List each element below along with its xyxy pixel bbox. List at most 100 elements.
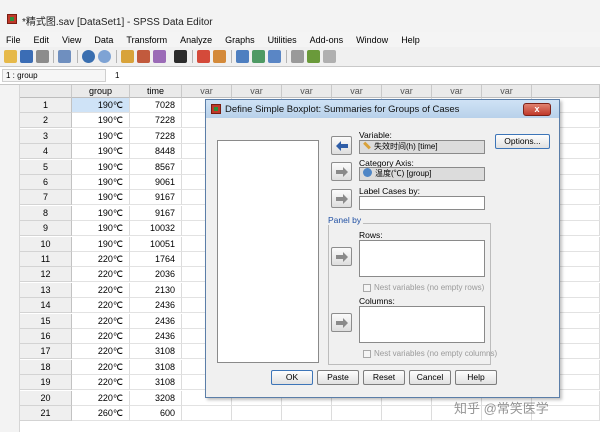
save-icon[interactable]: [20, 50, 33, 63]
menu-help[interactable]: Help: [401, 35, 420, 45]
row-number[interactable]: 6: [20, 175, 72, 190]
cell-time[interactable]: 3208: [130, 391, 182, 406]
cell-group[interactable]: 220℃: [72, 252, 130, 267]
menu-window[interactable]: Window: [356, 35, 388, 45]
cell-group[interactable]: 190℃: [72, 237, 130, 252]
cell-time[interactable]: 10051: [130, 237, 182, 252]
cell-time[interactable]: 2036: [130, 267, 182, 282]
move-to-label-cases-button[interactable]: [331, 189, 352, 208]
cell-time[interactable]: 2130: [130, 283, 182, 298]
cell-time[interactable]: 2436: [130, 329, 182, 344]
menu-file[interactable]: File: [6, 35, 21, 45]
grid-corner[interactable]: [20, 85, 72, 98]
row-number[interactable]: 13: [20, 283, 72, 298]
column-header-var[interactable]: var: [182, 85, 232, 98]
cell-empty[interactable]: [232, 406, 282, 421]
cell-empty[interactable]: [282, 406, 332, 421]
cell-time[interactable]: 10032: [130, 221, 182, 236]
row-number[interactable]: 19: [20, 375, 72, 390]
menu-edit[interactable]: Edit: [34, 35, 50, 45]
cell-time[interactable]: 9167: [130, 190, 182, 205]
cell-group[interactable]: 190℃: [72, 144, 130, 159]
cell-time[interactable]: 1764: [130, 252, 182, 267]
column-header-var[interactable]: var: [482, 85, 532, 98]
move-to-variable-button[interactable]: [331, 136, 352, 155]
cell-group[interactable]: 190℃: [72, 190, 130, 205]
category-axis-field[interactable]: 温度(℃) [group]: [359, 167, 485, 181]
row-number[interactable]: 17: [20, 344, 72, 359]
row-number[interactable]: 5: [20, 160, 72, 175]
row-number[interactable]: 14: [20, 298, 72, 313]
menu-view[interactable]: View: [62, 35, 81, 45]
goto-variable-icon[interactable]: [137, 50, 150, 63]
dialog-recall-icon[interactable]: [58, 50, 71, 63]
cell-group[interactable]: 220℃: [72, 283, 130, 298]
cell-time[interactable]: 3108: [130, 344, 182, 359]
weight-cases-icon[interactable]: [252, 50, 265, 63]
cell-value[interactable]: 1: [115, 71, 119, 80]
cell-time[interactable]: 2436: [130, 298, 182, 313]
paste-button[interactable]: Paste: [317, 370, 359, 385]
redo-icon[interactable]: [98, 50, 111, 63]
row-number[interactable]: 12: [20, 267, 72, 282]
column-header-var[interactable]: var: [432, 85, 482, 98]
value-labels-icon[interactable]: [291, 50, 304, 63]
row-number[interactable]: 3: [20, 129, 72, 144]
label-cases-field[interactable]: [359, 196, 485, 210]
row-number[interactable]: 10: [20, 237, 72, 252]
column-header-var[interactable]: [532, 85, 600, 98]
cell-group[interactable]: 220℃: [72, 298, 130, 313]
cell-group[interactable]: 190℃: [72, 221, 130, 236]
nest-rows-checkbox[interactable]: [363, 284, 371, 292]
print-icon[interactable]: [36, 50, 49, 63]
nest-columns-checkbox[interactable]: [363, 350, 371, 358]
cell-group[interactable]: 190℃: [72, 129, 130, 144]
cancel-button[interactable]: Cancel: [409, 370, 451, 385]
cell-time[interactable]: 7228: [130, 113, 182, 128]
open-folder-icon[interactable]: [4, 50, 17, 63]
row-number[interactable]: 2: [20, 113, 72, 128]
row-number[interactable]: 7: [20, 190, 72, 205]
source-variable-list[interactable]: [217, 140, 319, 363]
row-number[interactable]: 15: [20, 314, 72, 329]
cell-time[interactable]: 2436: [130, 314, 182, 329]
cell-empty[interactable]: [182, 406, 232, 421]
cell-group[interactable]: 190℃: [72, 113, 130, 128]
row-number[interactable]: 4: [20, 144, 72, 159]
cell-time[interactable]: 3108: [130, 375, 182, 390]
columns-list[interactable]: [359, 306, 485, 343]
rows-list[interactable]: [359, 240, 485, 277]
options-button[interactable]: Options...: [495, 134, 550, 149]
cell-time[interactable]: 8567: [130, 160, 182, 175]
cell-group[interactable]: 190℃: [72, 98, 130, 113]
help-button[interactable]: Help: [455, 370, 497, 385]
column-header-var[interactable]: var: [282, 85, 332, 98]
column-header-var[interactable]: var: [232, 85, 282, 98]
cell-reference[interactable]: 1 : group: [2, 69, 106, 82]
cell-time[interactable]: 9061: [130, 175, 182, 190]
cell-empty[interactable]: [332, 406, 382, 421]
row-number[interactable]: 9: [20, 221, 72, 236]
column-header-var[interactable]: var: [382, 85, 432, 98]
cell-group[interactable]: 260℃: [72, 406, 130, 421]
row-number[interactable]: 8: [20, 206, 72, 221]
cell-time[interactable]: 7228: [130, 129, 182, 144]
use-sets-icon[interactable]: [307, 50, 320, 63]
menu-transform[interactable]: Transform: [126, 35, 167, 45]
column-header-var[interactable]: var: [332, 85, 382, 98]
row-number[interactable]: 18: [20, 360, 72, 375]
insert-variable-icon[interactable]: [213, 50, 226, 63]
find-icon[interactable]: [174, 50, 187, 63]
move-to-columns-button[interactable]: [331, 313, 352, 332]
variables-icon[interactable]: [153, 50, 166, 63]
show-all-icon[interactable]: [323, 50, 336, 63]
row-number[interactable]: 1: [20, 98, 72, 113]
cell-time[interactable]: 3108: [130, 360, 182, 375]
cell-group[interactable]: 190℃: [72, 206, 130, 221]
goto-case-icon[interactable]: [121, 50, 134, 63]
split-file-icon[interactable]: [236, 50, 249, 63]
row-number[interactable]: 21: [20, 406, 72, 421]
menu-analyze[interactable]: Analyze: [180, 35, 212, 45]
ok-button[interactable]: OK: [271, 370, 313, 385]
cell-group[interactable]: 220℃: [72, 267, 130, 282]
